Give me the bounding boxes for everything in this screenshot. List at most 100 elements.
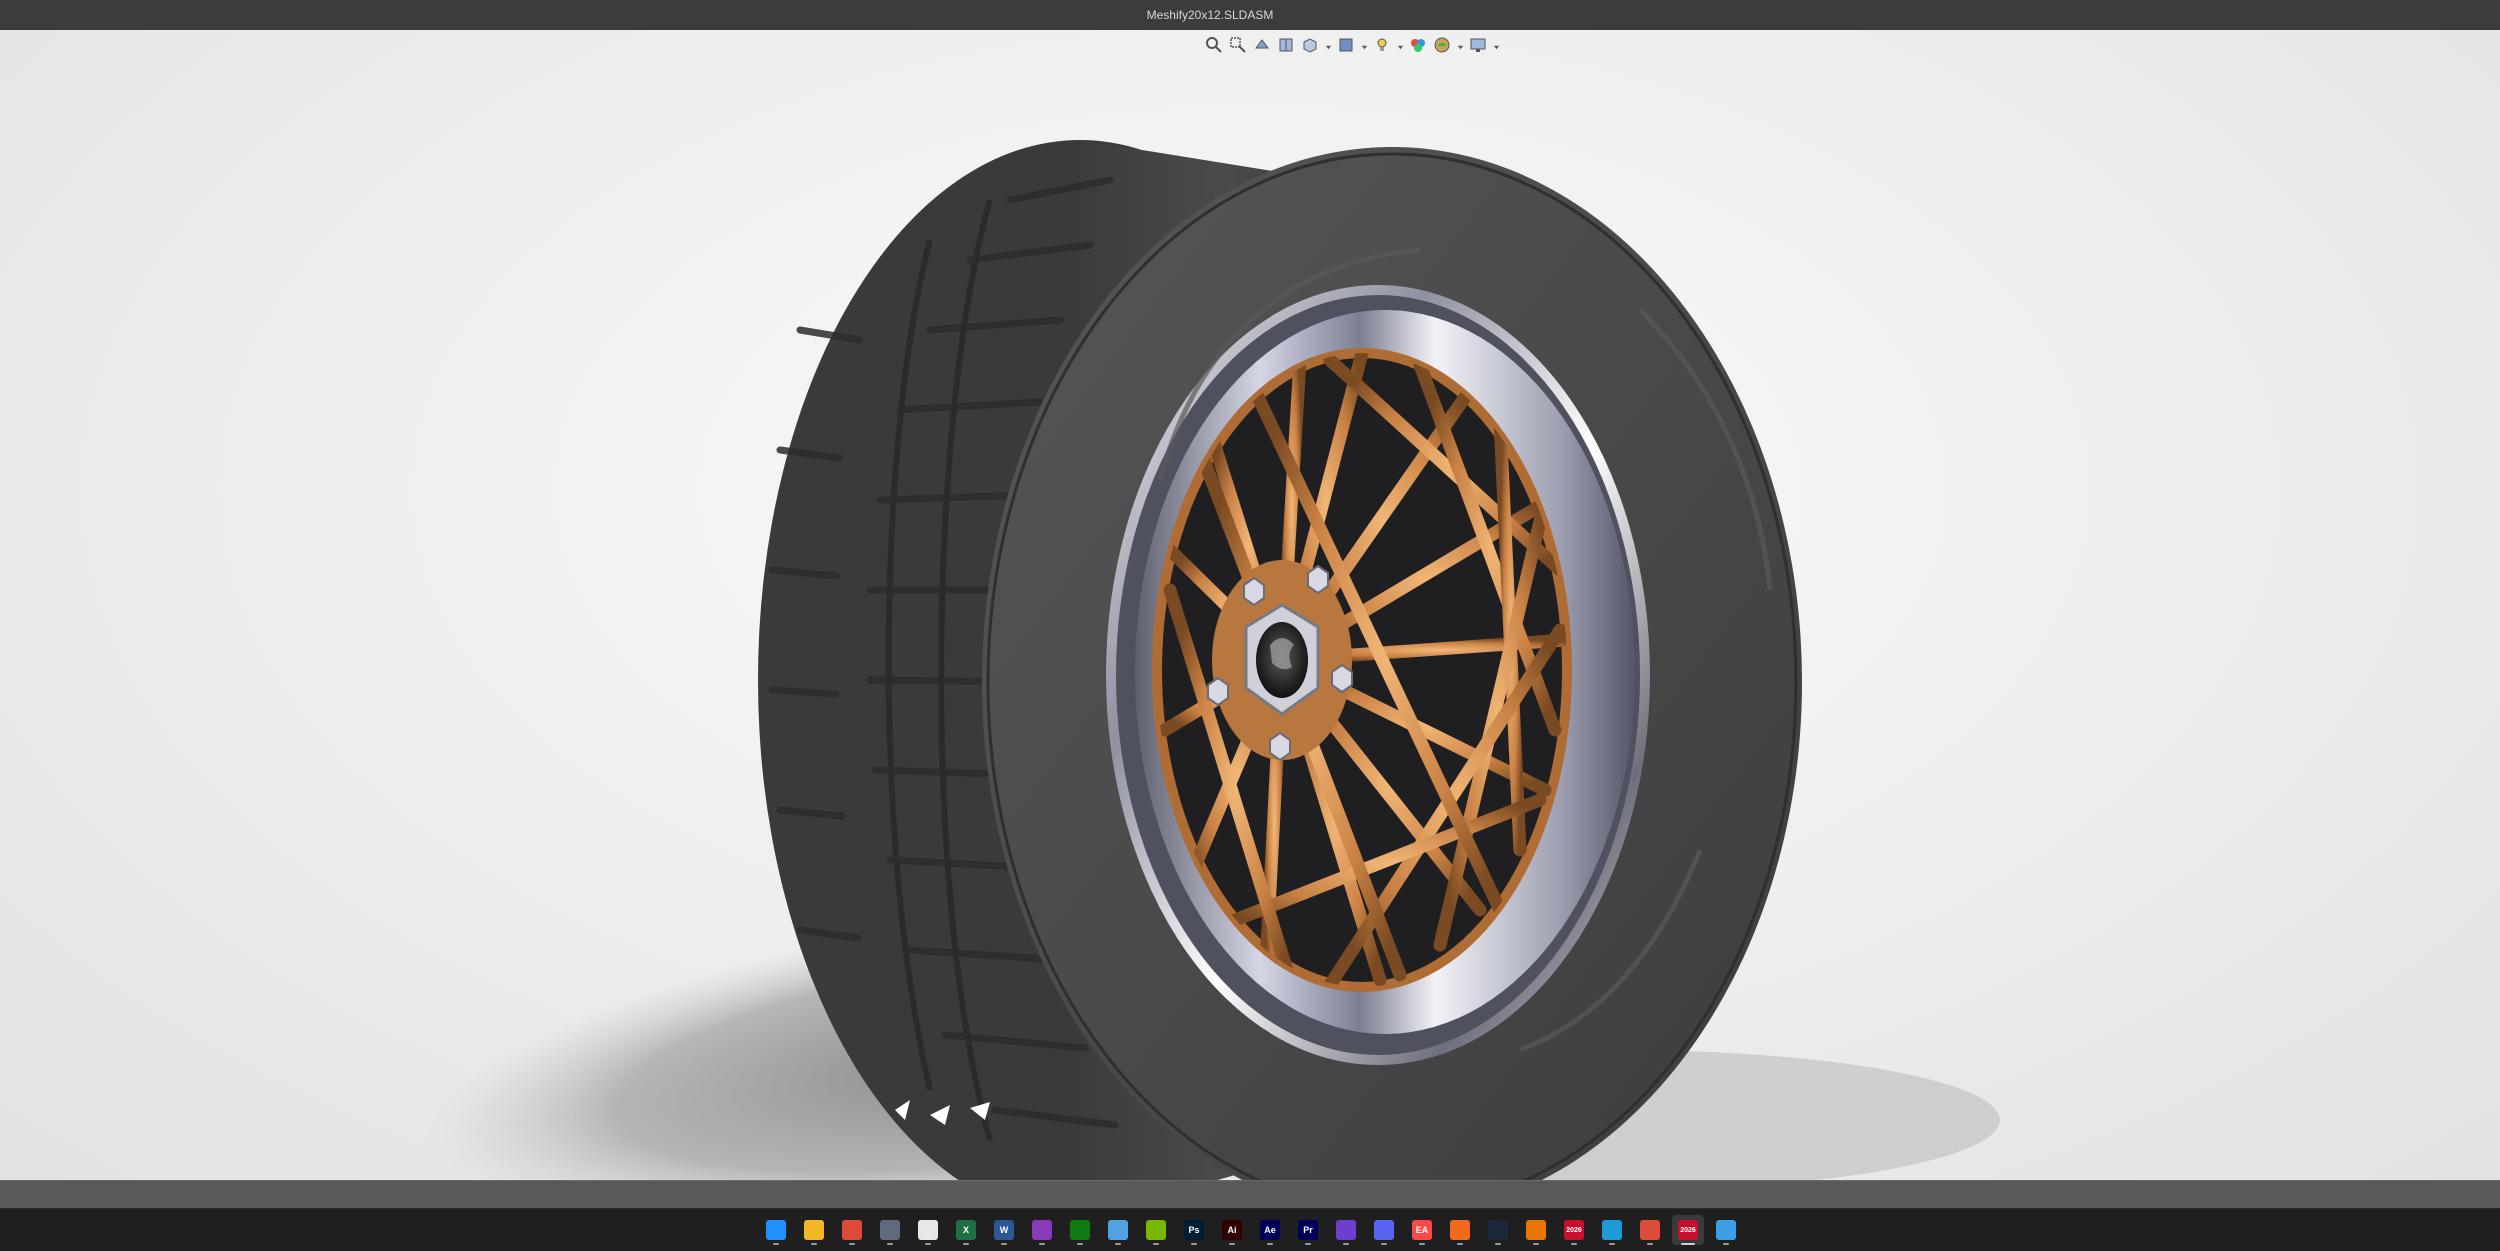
- taskbar-item-excel[interactable]: X: [950, 1215, 982, 1245]
- fusion-icon: [1450, 1220, 1470, 1240]
- discord-icon: [1374, 1220, 1394, 1240]
- heads-up-view-toolbar: [1204, 34, 1500, 60]
- taskbar-item-file-explorer[interactable]: [798, 1215, 830, 1245]
- xbox-icon: [1070, 1220, 1090, 1240]
- running-indicator: [849, 1243, 855, 1245]
- wheel-model[interactable]: [0, 30, 2500, 1180]
- running-indicator: [1571, 1243, 1577, 1245]
- running-indicator: [963, 1243, 969, 1245]
- taskbar-item-premiere[interactable]: Pr: [1292, 1215, 1324, 1245]
- taskbar-item-solidworks-2[interactable]: 2026: [1672, 1215, 1704, 1245]
- running-indicator: [1681, 1243, 1695, 1245]
- taskbar-item-notepad[interactable]: [1710, 1215, 1742, 1245]
- taskbar-item-nvidia[interactable]: [1140, 1215, 1172, 1245]
- taskbar-item-box[interactable]: [1596, 1215, 1628, 1245]
- running-indicator: [1305, 1243, 1311, 1245]
- view-settings-button[interactable]: [1468, 37, 1488, 57]
- view-settings-icon: [1469, 36, 1487, 59]
- solidworks-icon: 2026: [1564, 1220, 1584, 1240]
- taskbar-item-after-effects[interactable]: Ae: [1254, 1215, 1286, 1245]
- taskbar-item-fusion[interactable]: [1444, 1215, 1476, 1245]
- excel-icon: X: [956, 1220, 976, 1240]
- running-indicator: [1267, 1243, 1273, 1245]
- dropdown-caret-icon[interactable]: [1360, 37, 1368, 57]
- running-indicator: [925, 1243, 931, 1245]
- display-style-button[interactable]: [1336, 37, 1356, 57]
- running-indicator: [1077, 1243, 1083, 1245]
- section-view-icon: [1277, 36, 1295, 59]
- zoom-to-area-icon: [1229, 36, 1247, 59]
- ea-icon: EA: [1412, 1220, 1432, 1240]
- hide-show-items-icon: [1373, 36, 1391, 59]
- taskbar-item-blender[interactable]: [1520, 1215, 1552, 1245]
- calculator-icon: [880, 1220, 900, 1240]
- chrome-icon: [842, 1220, 862, 1240]
- file-explorer-icon: [804, 1220, 824, 1240]
- taskbar-item-xbox[interactable]: [1064, 1215, 1096, 1245]
- box-icon: [1602, 1220, 1622, 1240]
- taskbar-item-steam[interactable]: [1482, 1215, 1514, 1245]
- previous-view-button[interactable]: [1252, 37, 1272, 57]
- apply-scene-button[interactable]: [1432, 37, 1452, 57]
- start-icon: [766, 1220, 786, 1240]
- taskbar-item-discord[interactable]: [1368, 1215, 1400, 1245]
- dropdown-caret-icon[interactable]: [1396, 37, 1404, 57]
- view-orientation-button[interactable]: [1300, 37, 1320, 57]
- running-indicator: [887, 1243, 893, 1245]
- taskbar-item-solidworks[interactable]: 2026: [1558, 1215, 1590, 1245]
- status-bar: [0, 1180, 2500, 1210]
- after-effects-icon: Ae: [1260, 1220, 1280, 1240]
- taskbar: X W Ps Ai Ae Pr EA 2026 2026: [0, 1208, 2500, 1251]
- word-icon: W: [994, 1220, 1014, 1240]
- photoshop-icon: Ps: [1184, 1220, 1204, 1240]
- zoom-to-area-button[interactable]: [1228, 36, 1248, 59]
- running-indicator: [1723, 1243, 1729, 1245]
- graphics-area[interactable]: [0, 30, 2500, 1180]
- running-indicator: [1039, 1243, 1045, 1245]
- running-indicator: [1343, 1243, 1349, 1245]
- hide-show-items-button[interactable]: [1372, 37, 1392, 57]
- taskbar-item-word[interactable]: W: [988, 1215, 1020, 1245]
- edit-appearance-icon: [1409, 36, 1427, 59]
- apply-scene-icon: [1433, 36, 1451, 59]
- running-indicator: [1381, 1243, 1387, 1245]
- running-indicator: [1115, 1243, 1121, 1245]
- steam-icon: [1488, 1220, 1508, 1240]
- taskbar-item-chrome[interactable]: [836, 1215, 868, 1245]
- notepad-icon: [1716, 1220, 1736, 1240]
- running-indicator: [1191, 1243, 1197, 1245]
- running-indicator: [1229, 1243, 1235, 1245]
- dropdown-caret-icon[interactable]: [1324, 37, 1332, 57]
- taskbar-item-notes[interactable]: [1102, 1215, 1134, 1245]
- running-indicator: [1533, 1243, 1539, 1245]
- microsoft-store-icon: [918, 1220, 938, 1240]
- dropdown-caret-icon[interactable]: [1492, 37, 1500, 57]
- running-indicator: [1419, 1243, 1425, 1245]
- illustrator-icon: Ai: [1222, 1220, 1242, 1240]
- dropdown-caret-icon[interactable]: [1456, 37, 1464, 57]
- taskbar-item-microsoft-store[interactable]: [912, 1215, 944, 1245]
- chrome-icon-2: [1640, 1220, 1660, 1240]
- taskbar-item-calculator[interactable]: [874, 1215, 906, 1245]
- edit-appearance-button[interactable]: [1408, 37, 1428, 57]
- solidworks-icon-2: 2026: [1678, 1220, 1698, 1240]
- instagram-icon: [1032, 1220, 1052, 1240]
- blender-icon: [1526, 1220, 1546, 1240]
- taskbar-item-instagram[interactable]: [1026, 1215, 1058, 1245]
- notes-icon: [1108, 1220, 1128, 1240]
- taskbar-icons: X W Ps Ai Ae Pr EA 2026 2026: [760, 1215, 1742, 1245]
- zoom-to-fit-button[interactable]: [1204, 36, 1224, 59]
- section-view-button[interactable]: [1276, 37, 1296, 57]
- running-indicator: [1001, 1243, 1007, 1245]
- taskbar-item-illustrator[interactable]: Ai: [1216, 1215, 1248, 1245]
- taskbar-item-chrome-2[interactable]: [1634, 1215, 1666, 1245]
- taskbar-item-mail[interactable]: [1330, 1215, 1362, 1245]
- display-style-icon: [1337, 36, 1355, 59]
- taskbar-item-start[interactable]: [760, 1215, 792, 1245]
- running-indicator: [811, 1243, 817, 1245]
- zoom-to-fit-icon: [1205, 36, 1223, 59]
- title-bar: Meshify20x12.SLDASM: [0, 0, 2500, 30]
- taskbar-item-photoshop[interactable]: Ps: [1178, 1215, 1210, 1245]
- running-indicator: [1609, 1243, 1615, 1245]
- taskbar-item-ea[interactable]: EA: [1406, 1215, 1438, 1245]
